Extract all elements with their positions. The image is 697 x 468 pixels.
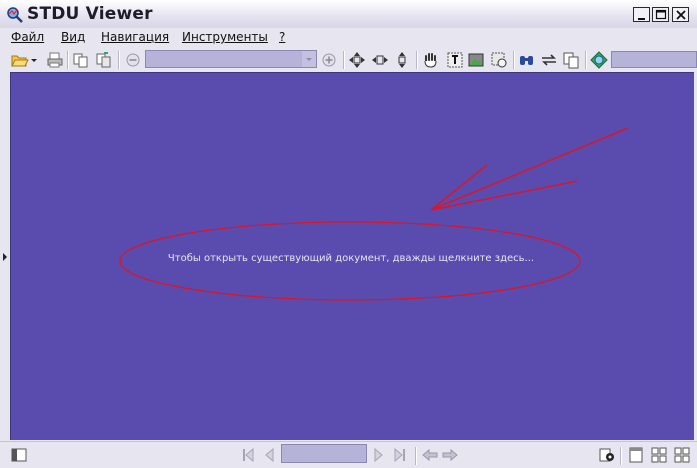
chevron-down-icon[interactable] <box>302 51 316 67</box>
prev-page-icon[interactable] <box>260 446 278 464</box>
annotation-arrow-line <box>430 180 578 211</box>
image-select-icon[interactable] <box>466 50 486 70</box>
snapshot-icon[interactable] <box>489 50 509 70</box>
page-number-input[interactable] <box>281 444 367 463</box>
menu-tools[interactable]: Инструменты <box>182 30 268 44</box>
document-area[interactable]: Чтобы открыть существующий документ, два… <box>10 72 694 440</box>
close-button[interactable] <box>672 7 689 22</box>
toolbar-separator <box>415 447 417 465</box>
toolbar-separator <box>513 51 515 69</box>
globe-icon[interactable] <box>589 50 609 70</box>
toolbar-separator <box>585 51 587 69</box>
menu-view[interactable]: Вид <box>61 30 85 44</box>
search-input[interactable] <box>611 51 697 68</box>
two-pages-icon[interactable] <box>561 50 581 70</box>
sidebar-toggle-icon[interactable] <box>10 446 28 464</box>
zoom-out-icon[interactable] <box>123 50 143 70</box>
minimize-button[interactable] <box>633 7 650 22</box>
continuous-view-icon[interactable] <box>650 446 668 464</box>
maximize-button[interactable] <box>652 7 669 22</box>
copy-page-icon[interactable] <box>94 50 114 70</box>
toolbar-separator <box>118 51 120 69</box>
settings-icon[interactable] <box>598 446 616 464</box>
print-icon[interactable] <box>45 50 65 70</box>
hand-tool-icon[interactable] <box>421 50 441 70</box>
menu-file[interactable]: Файл <box>11 30 44 44</box>
annotation-arrow-line <box>430 127 629 211</box>
last-page-icon[interactable] <box>391 446 409 464</box>
single-page-view-icon[interactable] <box>627 446 645 464</box>
toolbar-separator <box>67 51 69 69</box>
zoom-select[interactable] <box>145 50 317 68</box>
copy-icon[interactable] <box>71 50 91 70</box>
toolbar-separator <box>416 51 418 69</box>
stdu-logo-icon <box>6 6 24 24</box>
zoom-in-icon[interactable] <box>319 50 339 70</box>
find-icon[interactable] <box>517 50 537 70</box>
menu-help[interactable]: ? <box>279 30 285 44</box>
menu-bar: Файл Вид Навигация Инструменты ? <box>0 28 697 48</box>
rotate-icon[interactable] <box>539 50 559 70</box>
forward-icon[interactable] <box>441 446 459 464</box>
title-bar[interactable]: STDU Viewer <box>0 0 697 28</box>
fit-height-icon[interactable] <box>392 50 412 70</box>
annotation-arrow-line <box>430 164 488 211</box>
next-page-icon[interactable] <box>370 446 388 464</box>
window-title: STDU Viewer <box>27 4 153 24</box>
open-dropdown-icon[interactable] <box>29 50 39 70</box>
red-annotation <box>119 127 629 301</box>
menu-navigation[interactable]: Навигация <box>101 30 169 44</box>
facing-view-icon[interactable] <box>673 446 691 464</box>
toolbar-separator <box>620 447 622 465</box>
back-icon[interactable] <box>421 446 439 464</box>
sidebar-expand-icon[interactable] <box>3 253 7 261</box>
annotation-ellipse <box>119 221 581 301</box>
fit-page-icon[interactable] <box>347 50 367 70</box>
open-icon[interactable] <box>10 50 30 70</box>
text-select-icon[interactable] <box>445 50 465 70</box>
first-page-icon[interactable] <box>239 446 257 464</box>
toolbar-separator <box>343 51 345 69</box>
fit-width-icon[interactable] <box>370 50 390 70</box>
app-window: STDU Viewer Файл Вид Навигация Инструмен… <box>0 0 697 468</box>
